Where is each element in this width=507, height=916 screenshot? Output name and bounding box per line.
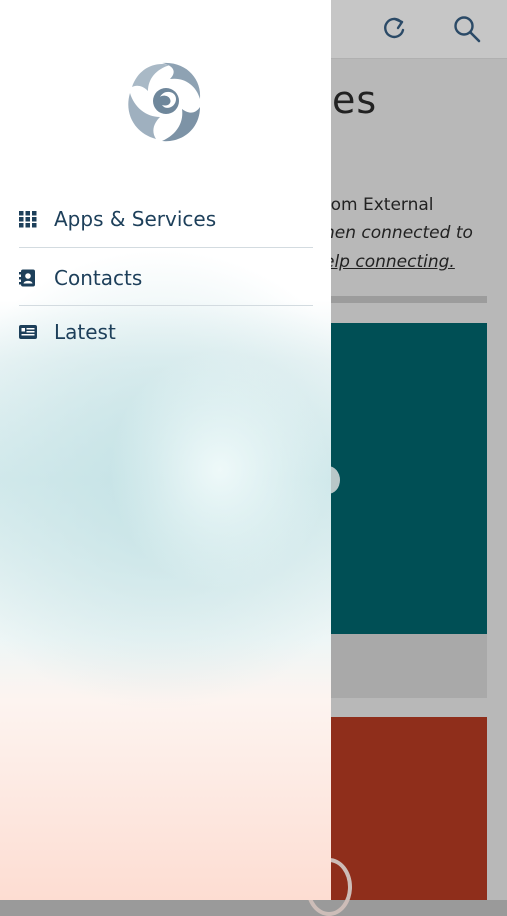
description-line-1: rom External <box>324 195 434 215</box>
menu-divider <box>19 247 313 248</box>
section-divider <box>330 296 487 303</box>
help-connecting-link[interactable]: elp connecting. <box>324 252 455 272</box>
drawer-item-latest[interactable]: Latest <box>0 310 331 354</box>
service-card-teal[interactable] <box>330 323 487 634</box>
service-card-red[interactable] <box>330 717 487 900</box>
swirl-logo-icon <box>128 62 201 142</box>
drawer-item-label: Apps & Services <box>54 207 217 231</box>
menu-divider <box>19 305 313 306</box>
grid-icon <box>19 211 37 228</box>
navigation-drawer: Apps & Services Contacts Latest <box>0 0 331 900</box>
search-icon[interactable] <box>452 14 482 44</box>
drawer-item-contacts[interactable]: Contacts <box>0 256 331 300</box>
contact-card-icon <box>19 269 35 287</box>
refresh-icon[interactable] <box>379 14 409 44</box>
drawer-item-label: Latest <box>54 320 116 344</box>
drawer-item-apps-services[interactable]: Apps & Services <box>0 197 331 241</box>
drawer-item-label: Contacts <box>54 266 143 290</box>
page-title-fragment: es <box>332 78 378 122</box>
service-card-footer <box>330 634 487 698</box>
news-icon <box>19 325 37 339</box>
description-line-2: hen connected to <box>324 223 473 243</box>
